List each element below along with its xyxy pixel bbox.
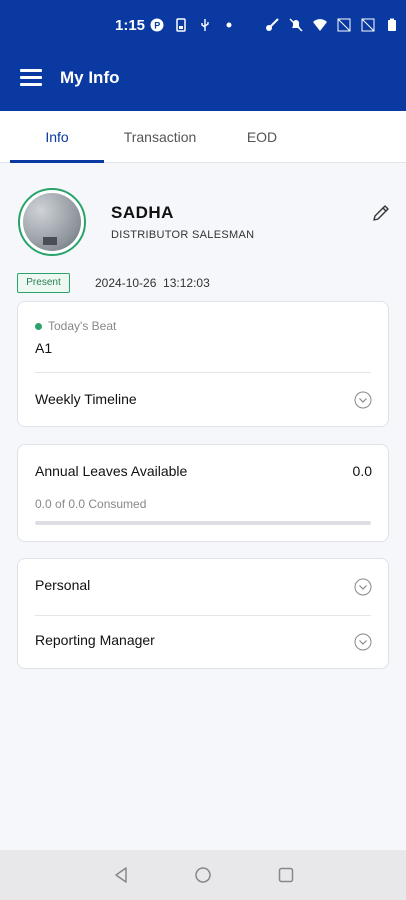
home-icon[interactable] xyxy=(194,866,212,884)
chevron-down-icon[interactable] xyxy=(354,633,372,651)
no-signal-icon xyxy=(361,18,375,32)
tab-transaction[interactable]: Transaction xyxy=(114,111,206,163)
status-icons-left: P xyxy=(150,18,236,32)
chevron-down-icon[interactable] xyxy=(354,391,372,409)
status-time: 1:15 xyxy=(115,17,146,34)
no-signal-icon xyxy=(337,18,351,32)
beat-card: Today's Beat A1 Weekly Timeline xyxy=(17,301,389,427)
status-icons-right xyxy=(265,18,399,32)
back-icon[interactable] xyxy=(112,866,130,884)
svg-text:P: P xyxy=(154,21,160,31)
weekly-timeline-label: Weekly Timeline xyxy=(35,391,137,407)
dot-icon xyxy=(226,22,232,28)
beat-status-dot xyxy=(35,323,42,330)
tab-transaction-label: Transaction xyxy=(123,129,197,145)
avatar[interactable] xyxy=(18,188,86,256)
tab-bar: Info Transaction EOD xyxy=(0,111,406,163)
avatar-photo xyxy=(23,193,81,251)
annual-leaves-value: 0.0 xyxy=(352,463,372,479)
p-icon: P xyxy=(150,18,164,32)
personal-label: Personal xyxy=(35,577,91,593)
personal-row[interactable]: Personal xyxy=(18,559,388,614)
system-nav-bar xyxy=(0,850,406,900)
menu-icon[interactable] xyxy=(20,69,42,87)
leaves-consumed-text: 0.0 of 0.0 Consumed xyxy=(35,497,147,511)
status-badge: Present xyxy=(17,273,70,293)
recents-icon[interactable] xyxy=(277,866,295,884)
chevron-down-icon[interactable] xyxy=(354,578,372,596)
reporting-manager-row[interactable]: Reporting Manager xyxy=(18,616,388,670)
tab-indicator xyxy=(10,160,104,163)
info-card: Personal Reporting Manager xyxy=(17,558,389,669)
page-title: My Info xyxy=(60,68,120,87)
sim-icon xyxy=(176,18,186,32)
usb-icon xyxy=(201,19,209,31)
pencil-icon[interactable] xyxy=(371,203,391,223)
tab-info-label: Info xyxy=(45,129,69,145)
reporting-manager-label: Reporting Manager xyxy=(35,632,155,648)
leave-card: Annual Leaves Available 0.0 0.0 of 0.0 C… xyxy=(17,444,389,542)
attendance-datetime: 2024-10-26 13:12:03 xyxy=(95,276,210,290)
wifi-icon xyxy=(313,19,327,31)
weekly-timeline-row[interactable]: Weekly Timeline xyxy=(18,373,388,427)
key-icon xyxy=(266,18,279,31)
app-bar: My Info xyxy=(0,45,406,111)
beat-label: Today's Beat xyxy=(48,319,117,333)
status-bar: 1:15 P xyxy=(0,0,406,45)
tab-eod[interactable]: EOD xyxy=(226,111,298,163)
battery-icon xyxy=(388,18,396,31)
tab-info[interactable]: Info xyxy=(10,111,104,163)
tab-eod-label: EOD xyxy=(246,129,278,145)
profile-name: SADHA xyxy=(111,203,174,222)
beat-value: A1 xyxy=(35,340,53,356)
annual-leaves-label: Annual Leaves Available xyxy=(35,463,188,479)
mute-icon xyxy=(289,18,303,32)
profile-role: DISTRIBUTOR SALESMAN xyxy=(111,229,255,241)
leave-progress-bar xyxy=(35,521,371,525)
